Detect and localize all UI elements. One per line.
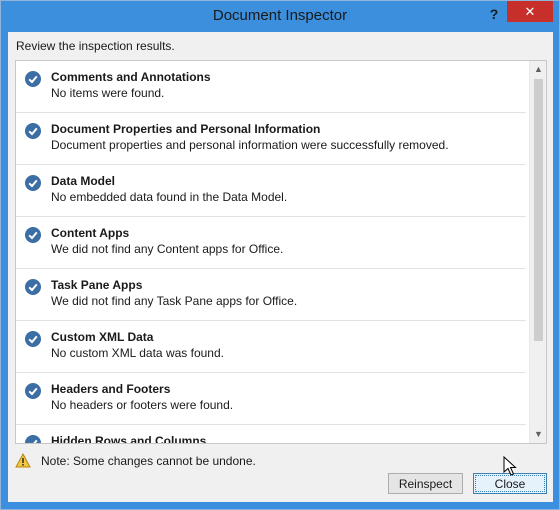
list-item: Headers and Footers No headers or footer… [16,373,526,425]
document-inspector-window: Document Inspector ? ✕ Review the inspec… [0,0,560,510]
item-description: We did not find any Task Pane apps for O… [51,294,298,308]
check-circle-icon [25,435,41,443]
item-description: No items were found. [51,86,165,100]
item-title: Headers and Footers [51,382,171,396]
check-circle-icon [25,71,41,87]
check-circle-icon [25,227,41,243]
list-item: Data Model No embedded data found in the… [16,165,526,217]
item-description: Document properties and personal informa… [51,138,449,152]
item-title: Hidden Rows and Columns [51,434,207,443]
list-item: Content Apps We did not find any Content… [16,217,526,269]
list-item: Comments and Annotations No items were f… [16,61,526,113]
results-list-content: Comments and Annotations No items were f… [16,61,528,443]
check-circle-icon [25,123,41,139]
list-item: Hidden Rows and Columns [16,425,526,443]
mouse-pointer-icon [503,456,517,476]
scroll-down-arrow-icon[interactable]: ▼ [530,426,546,443]
item-description: We did not find any Content apps for Off… [51,242,284,256]
title-bar[interactable]: Document Inspector ? ✕ [1,1,559,33]
check-circle-icon [25,279,41,295]
vertical-scrollbar[interactable]: ▲ ▼ [529,61,546,443]
item-title: Custom XML Data [51,330,154,344]
scroll-up-arrow-icon[interactable]: ▲ [530,61,546,78]
window-title: Document Inspector [212,7,348,24]
scrollbar-thumb[interactable] [534,79,543,341]
item-title: Document Properties and Personal Informa… [51,122,321,136]
item-description: No headers or footers were found. [51,398,234,412]
help-button[interactable]: ? [485,5,503,23]
item-title: Content Apps [51,226,130,240]
check-circle-icon [25,331,41,347]
list-item: Task Pane Apps We did not find any Task … [16,269,526,321]
warning-icon [15,453,31,468]
item-description: No custom XML data was found. [51,346,224,360]
check-circle-icon [25,175,41,191]
window-close-button[interactable]: ✕ [507,1,553,22]
results-list[interactable]: Comments and Annotations No items were f… [15,60,547,444]
dialog-body: Review the inspection results. Comments … [8,32,553,502]
list-item: Custom XML Data No custom XML data was f… [16,321,526,373]
reinspect-button[interactable]: Reinspect [388,473,463,494]
note-text: Note: Some changes cannot be undone. [41,454,256,468]
item-title: Data Model [51,174,116,188]
item-title: Comments and Annotations [51,70,211,84]
check-circle-icon [25,383,41,399]
list-item: Document Properties and Personal Informa… [16,113,526,165]
item-title: Task Pane Apps [51,278,143,292]
instruction-text: Review the inspection results. [16,39,175,53]
item-description: No embedded data found in the Data Model… [51,190,288,204]
